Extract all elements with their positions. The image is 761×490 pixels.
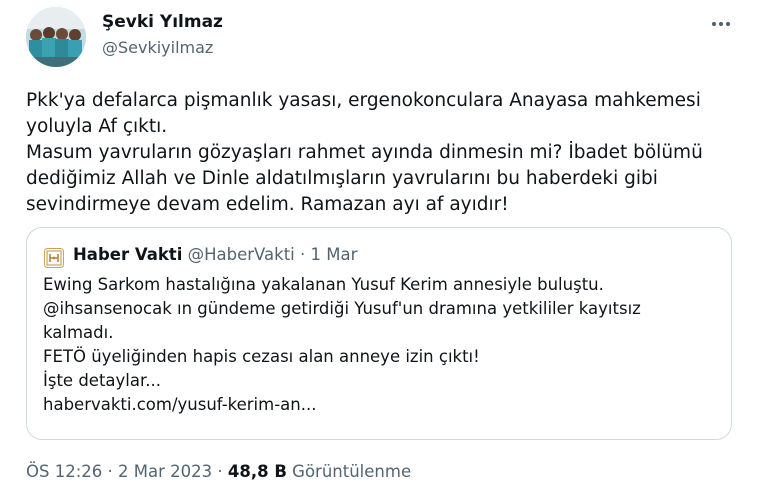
quote-text-line: Ewing Sarkom hastalığına yakalanan Yusuf… [43,275,604,294]
avatar-image [26,7,86,67]
footer-separator: · [217,462,223,481]
quote-author-handle[interactable]: @HaberVakti [188,245,295,264]
tweet-text-line: dediğimiz Allah ve Dinle aldatılmışların… [26,168,658,189]
quote-tweet-card[interactable]: Haber Vakti @HaberVakti · 1 Mar Ewing Sa… [26,227,732,440]
tweet: Şevki Yılmaz @Sevkiyilmaz Pkk'ya defalar… [0,0,761,490]
tweet-text: Pkk'ya defalarca pişmanlık yasası, ergen… [26,88,746,218]
author-handle[interactable]: @Sevkiyilmaz [102,38,213,57]
views-count: 48,8 B [227,462,287,481]
quote-text: Ewing Sarkom hastalığına yakalanan Yusuf… [43,273,723,417]
views-label: Görüntülenme [292,462,412,481]
quote-date[interactable]: 1 Mar [311,245,358,264]
tweet-time[interactable]: ÖS 12:26 [26,462,102,481]
tweet-text-line: Masum yavruların gözyaşları rahmet ayınd… [26,142,703,163]
tweet-footer: ÖS 12:26 · 2 Mar 2023 · 48,8 B Görüntüle… [26,462,411,481]
tweet-text-line: Pkk'ya defalarca pişmanlık yasası, ergen… [26,90,701,111]
tweet-date[interactable]: 2 Mar 2023 [118,462,212,481]
quote-text-line: İşte detaylar... [43,371,161,390]
tweet-text-line: sevindirmeye devam edelim. Ramazan ayı a… [26,194,509,215]
quote-header: Haber Vakti @HaberVakti · 1 Mar [73,245,357,264]
quote-text-line: FETÖ üyeliğinden hapis cezası alan anney… [43,347,480,366]
author-name[interactable]: Şevki Yılmaz [102,12,223,32]
tweet-text-line: yoluyla Af çıktı. [26,116,168,137]
more-horizontal-icon [711,21,731,27]
quote-text-line: kalmadı. [43,323,114,342]
footer-separator: · [107,462,113,481]
avatar[interactable] [26,7,86,67]
quote-text-line: @ihsansenocak ın gündeme getirdiği Yusuf… [43,299,641,318]
more-button[interactable] [704,10,738,38]
quote-link[interactable]: habervakti.com/yusuf-kerim-an... [43,393,723,417]
quote-separator: · [300,245,306,264]
quote-author-name[interactable]: Haber Vakti [73,245,182,264]
haber-vakti-logo-icon [44,248,64,268]
